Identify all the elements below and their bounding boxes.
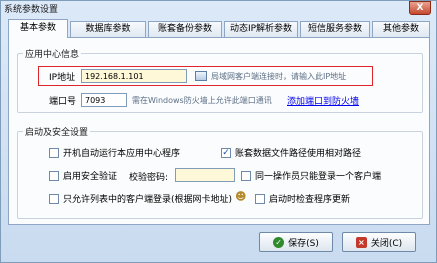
enable-security-checkbox[interactable]: 启用安全验证 (49, 169, 117, 182)
enable-security-checkbox-box[interactable] (49, 170, 59, 181)
ip-label: IP地址 (49, 73, 76, 83)
single-client-checkbox[interactable]: 同一操作员只能登录一个客户端 (241, 169, 381, 182)
autostart-label: 开机自动运行本应用中心程序 (63, 149, 181, 159)
app-center-group-title: 应用中心信息 (23, 47, 82, 60)
close-x-icon: × (355, 236, 367, 248)
close-button-label: 关闭(C) (370, 238, 403, 249)
close-button[interactable]: × 关闭(C) (342, 232, 416, 252)
mac-list-checkbox[interactable]: 只允许列表中的客户端登录(根据网卡地址) (49, 192, 232, 205)
relative-path-label: 账套数据文件路径使用相对路径 (235, 149, 362, 159)
window-title: 系统参数设置 (4, 5, 59, 15)
window-close-button[interactable]: X (409, 1, 431, 15)
port-input[interactable] (81, 93, 127, 107)
tab-basic-params[interactable]: 基本参数 (8, 19, 68, 38)
network-icon (195, 71, 207, 81)
add-firewall-link[interactable]: 添加端口到防火墙 (287, 94, 359, 107)
mac-list-label: 只允许列表中的客户端登录(根据网卡地址) (63, 195, 233, 205)
settings-window: 系统参数设置 X 基本参数 数据库参数 账套备份参数 动态IP解析参数 短信服务… (0, 0, 437, 263)
tab-panel-basic: 应用中心信息 IP地址 局域网客户端连接时，请输入此IP地址 端口号 需在Win… (8, 37, 430, 225)
tab-sms-params[interactable]: 短信服务参数 (300, 21, 370, 37)
people-icon[interactable]: ☻ (235, 191, 249, 203)
tab-strip: 基本参数 数据库参数 账套备份参数 动态IP解析参数 短信服务参数 其他参数 (8, 19, 430, 38)
ip-note: 局域网客户端连接时，请输入此IP地址 (211, 72, 347, 81)
check-update-checkbox[interactable]: 启动时检查程序更新 (255, 192, 350, 205)
tab-backup-params[interactable]: 账套备份参数 (148, 21, 222, 37)
enable-security-label: 启用安全验证 (63, 172, 118, 182)
port-label: 端口号 (49, 97, 77, 107)
single-client-checkbox-box[interactable] (241, 170, 251, 181)
save-button-label: 保存(S) (288, 238, 319, 249)
tab-dynamic-ip-params[interactable]: 动态IP解析参数 (224, 21, 298, 37)
title-bar: 系统参数设置 X (1, 1, 436, 16)
relative-path-checkbox[interactable]: ✓ 账套数据文件路径使用相对路径 (221, 146, 361, 159)
tab-other-params[interactable]: 其他参数 (372, 21, 430, 37)
verify-password-label: 校验密码: (129, 173, 169, 183)
check-update-checkbox-box[interactable] (255, 193, 265, 204)
tab-database-params[interactable]: 数据库参数 (70, 21, 146, 37)
autostart-checkbox[interactable]: 开机自动运行本应用中心程序 (49, 146, 180, 159)
autostart-checkbox-box[interactable] (49, 147, 59, 158)
startup-security-group-title: 启动及安全设置 (23, 125, 91, 138)
close-icon: X (416, 3, 424, 13)
port-note: 需在Windows防火墙上允许此端口通讯 (132, 96, 272, 105)
ip-address-input[interactable] (81, 69, 187, 83)
save-check-icon: ✓ (273, 236, 285, 248)
check-update-label: 启动时检查程序更新 (269, 195, 351, 205)
mac-list-checkbox-box[interactable] (49, 193, 59, 204)
save-button[interactable]: ✓ 保存(S) (259, 232, 333, 252)
verify-password-input[interactable] (175, 168, 235, 182)
single-client-label: 同一操作员只能登录一个客户端 (255, 172, 382, 182)
relative-path-checkbox-box[interactable]: ✓ (221, 147, 231, 158)
